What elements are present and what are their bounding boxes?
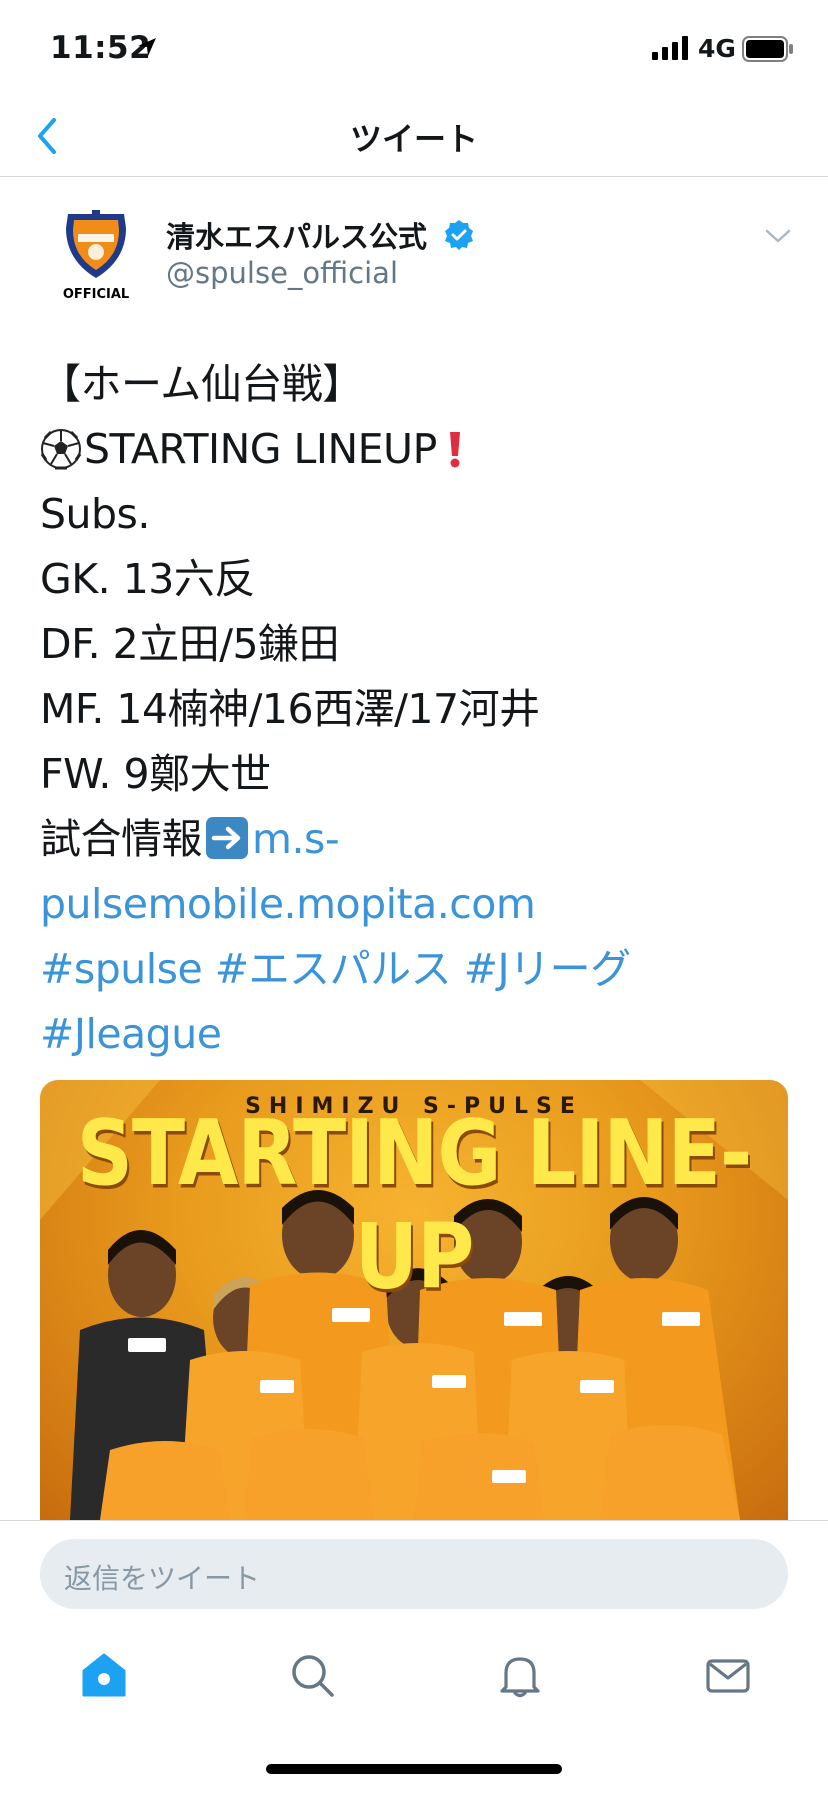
- match-info-link[interactable]: m.s-: [252, 815, 340, 863]
- reply-input[interactable]: 返信をツイート: [40, 1539, 788, 1609]
- notifications-icon[interactable]: [496, 1651, 544, 1699]
- tweet-line: Subs.: [40, 490, 150, 538]
- tweet-line: FW. 9鄭大世: [40, 750, 271, 798]
- exclamation-icon: [449, 432, 460, 468]
- page-title: ツイート: [349, 120, 478, 158]
- tweet-line: 試合情報 m.s-: [40, 807, 800, 872]
- cellular-signal-icon: [652, 36, 688, 60]
- match-info-link-cont[interactable]: pulsemobile.mopita.com: [40, 880, 536, 928]
- hashtag-espulse[interactable]: #エスパルス: [215, 945, 452, 993]
- avatar[interactable]: OFFICIAL: [54, 208, 138, 304]
- tweet-media-image[interactable]: SHIMIZU S-PULSE STARTING LINE-UP: [40, 1080, 788, 1520]
- match-info-label: 試合情報: [40, 815, 203, 863]
- tweet-line: #Jleague: [40, 1002, 800, 1067]
- tweet-line: #spulse #エスパルス #Jリーグ: [40, 937, 800, 1002]
- soccer-ball-icon: [40, 429, 82, 470]
- tweet-line: pulsemobile.mopita.com: [40, 872, 800, 937]
- navigation-bar: ツイート: [0, 100, 828, 177]
- verified-badge-icon: [445, 220, 473, 250]
- media-title: STARTING LINE-UP: [76, 1102, 753, 1310]
- tweet-line: GK. 13六反: [40, 555, 255, 603]
- tweet-line: STARTING LINEUP: [40, 417, 800, 482]
- right-arrow-icon: [206, 817, 248, 859]
- battery-icon: [742, 36, 793, 62]
- user-handle[interactable]: @spulse_official: [166, 256, 398, 290]
- tweet-text: 【ホーム仙台戦】 STARTING LINEUP Subs. GK. 13六反 …: [40, 352, 800, 1067]
- svg-text:OFFICIAL: OFFICIAL: [63, 287, 129, 302]
- tweet-line: 【ホーム仙台戦】: [40, 360, 363, 408]
- status-bar: 11:52 4G: [0, 0, 828, 100]
- lineup-heading: STARTING LINEUP: [84, 425, 437, 473]
- home-icon[interactable]: [80, 1651, 128, 1699]
- hashtag-spulse[interactable]: #spulse: [40, 945, 203, 993]
- home-indicator[interactable]: [266, 1764, 562, 1774]
- network-type: 4G: [698, 34, 736, 63]
- location-arrow-icon: [138, 38, 156, 56]
- tweet-line: MF. 14楠神/16西澤/17河井: [40, 685, 540, 733]
- chevron-down-icon[interactable]: [764, 226, 792, 246]
- reply-placeholder: 返信をツイート: [64, 1562, 261, 1595]
- tweet-line: DF. 2立田/5鎌田: [40, 620, 340, 668]
- display-name[interactable]: 清水エスパルス公式: [166, 214, 427, 256]
- reply-bar: 返信をツイート: [0, 1520, 828, 1793]
- search-icon[interactable]: [288, 1651, 336, 1699]
- messages-icon[interactable]: [704, 1651, 752, 1699]
- hashtag-jleague-jp[interactable]: #Jリーグ: [464, 945, 631, 993]
- hashtag-jleague[interactable]: #Jleague: [40, 1010, 222, 1058]
